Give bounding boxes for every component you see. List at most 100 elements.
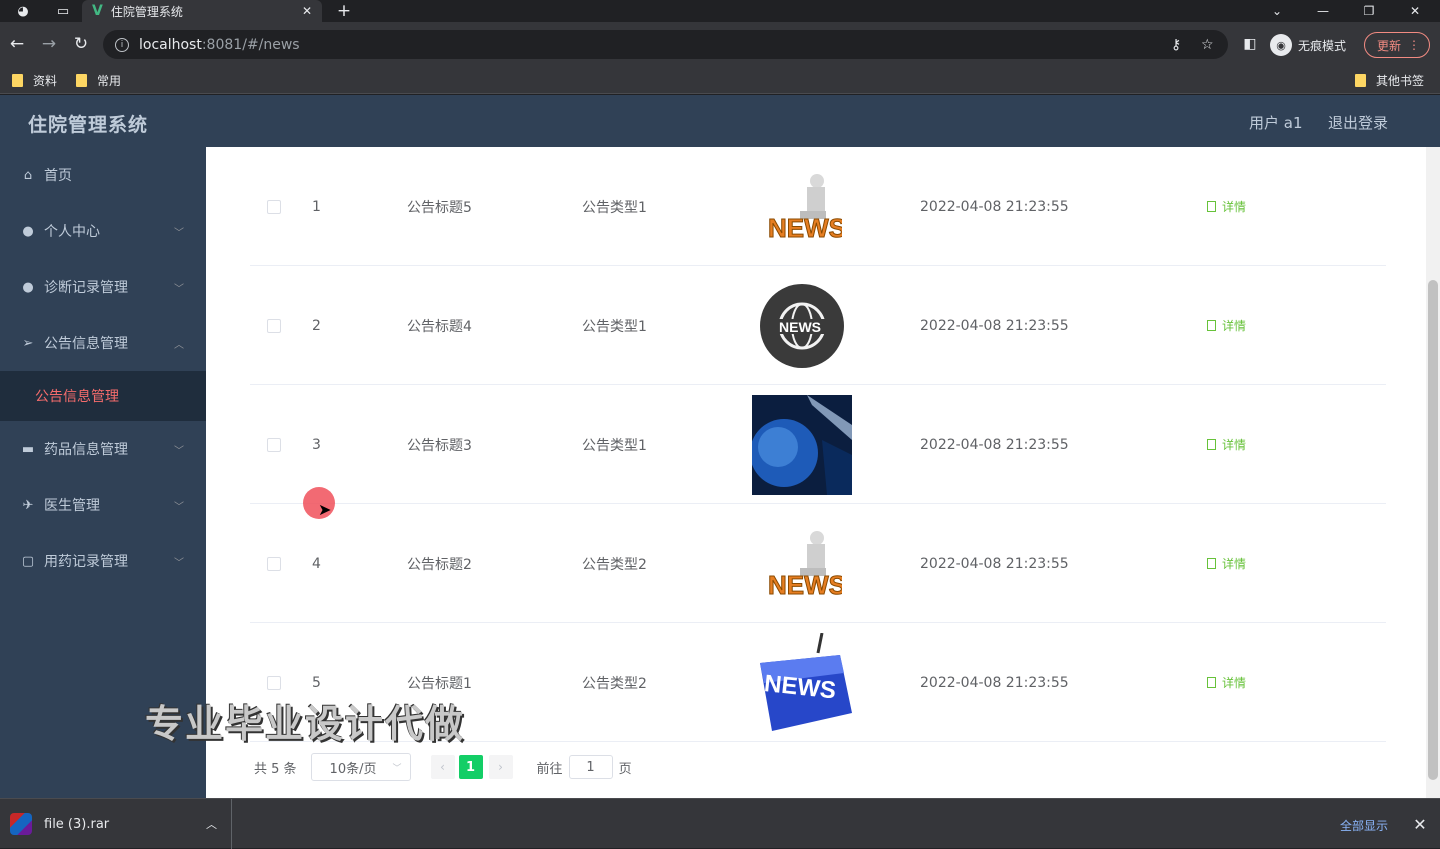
sidebar-subitem-label: 公告信息管理 [35,389,119,405]
detail-label: 详情 [1222,676,1247,690]
svg-text:NEWS: NEWS [779,319,821,335]
window-close-icon[interactable]: ✕ [1392,0,1438,22]
row-time: 2022-04-08 21:23:55 [920,555,1069,572]
show-all-downloads-button[interactable]: 全部显示 [1328,813,1400,837]
sidebar-item-home[interactable]: ⌂ 首页 [0,147,206,203]
incognito-indicator[interactable]: ◉ 无痕模式 [1270,34,1346,56]
sidebar-item-medication-record[interactable]: ▢ 用药记录管理 ﹀ [0,533,206,589]
row-index: 1 [312,198,321,215]
row-index: 2 [312,317,321,334]
sidebar-subitem-announcement-manage[interactable]: 公告信息管理 [0,371,206,421]
document-icon [1207,320,1216,331]
sidebar-item-doctor[interactable]: ✈ 医生管理 ﹀ [0,477,206,533]
sidebar-item-personal-center[interactable]: ● 个人中心 ﹀ [0,203,206,259]
bookmark-label: 资料 [33,73,58,88]
download-shelf: file (3).rar ︿ 全部显示 ✕ [0,798,1440,849]
detail-button[interactable]: 详情 [1207,674,1246,691]
detail-button[interactable]: 详情 [1207,555,1246,572]
new-tab-icon[interactable]: + [334,0,354,22]
next-page-icon[interactable]: › [488,755,513,779]
page-size-value: 10条/页 [329,761,377,777]
document-icon [1207,201,1216,212]
url-input[interactable]: i localhost:8081/#/news ⚷ ☆ [103,30,1228,59]
tab-search-icon[interactable]: ▭ [52,0,74,22]
row-checkbox[interactable] [267,318,281,333]
row-title: 公告标题3 [407,437,472,454]
table-row: 3 公告标题3 公告类型1 2022-04-08 21:23:55 详情 [250,385,1386,504]
goto-page-input[interactable]: 1 [568,755,613,779]
app-header: 住院管理系统 用户 a1 退出登录 [0,95,1440,147]
bookmark-star-icon[interactable]: ☆ [1201,30,1214,59]
row-type: 公告类型1 [582,318,647,335]
url-host: localhost [139,36,202,53]
reload-icon[interactable]: ↻ [69,32,93,56]
restore-icon[interactable]: ❐ [1346,0,1392,22]
sidebar-item-label: 药品信息管理 [44,442,128,458]
prev-page-icon[interactable]: ‹ [430,755,455,779]
browser-tab-active[interactable]: V 住院管理系统 ✕ [82,0,322,22]
document-icon [1207,439,1216,450]
forward-icon[interactable]: → [37,32,61,56]
back-icon[interactable]: ← [5,32,29,56]
row-checkbox[interactable] [267,199,281,214]
chevron-down-icon: ﹀ [174,501,184,513]
row-checkbox[interactable] [267,437,281,452]
vertical-scrollbar[interactable] [1426,147,1440,798]
chevron-down-icon: ﹀ [174,445,184,457]
tab-close-icon[interactable]: ✕ [302,4,312,18]
user-icon: ● [22,223,34,239]
home-icon: ⌂ [23,167,33,183]
logout-link[interactable]: 退出登录 [1328,112,1388,133]
download-item[interactable]: file (3).rar ︿ [0,799,232,849]
row-checkbox[interactable] [267,556,281,571]
row-image-cell [752,385,852,504]
detail-button[interactable]: 详情 [1207,198,1246,215]
row-checkbox-cell [267,266,281,385]
rar-archive-icon [10,813,32,835]
svg-text:NEWS: NEWS [768,213,842,243]
site-info-icon[interactable]: i [115,37,129,52]
sidebar-item-medicine[interactable]: ▬ 药品信息管理 ﹀ [0,421,206,477]
detail-button[interactable]: 详情 [1207,317,1246,334]
folder-icon [76,73,87,87]
sidebar-item-label: 用药记录管理 [44,554,128,570]
row-image-cell: NEWS [752,504,852,623]
current-user: 用户 a1 [1249,114,1303,132]
scrollbar-thumb[interactable] [1428,280,1438,780]
chevron-down-icon: ﹀ [174,283,184,295]
row-checkbox[interactable] [267,675,281,690]
other-bookmarks[interactable]: 其他书签 [1355,71,1424,89]
row-title: 公告标题2 [407,556,472,573]
password-key-icon[interactable]: ⚷ [1171,30,1181,59]
detail-label: 详情 [1222,200,1247,214]
close-shelf-icon[interactable]: ✕ [1410,813,1430,835]
mouse-cursor-icon: ➤ [318,500,332,519]
sidebar-item-label: 个人中心 [44,224,100,240]
chevron-up-icon[interactable]: ︿ [206,816,217,832]
page-number-current[interactable]: 1 [458,755,483,779]
bookmark-folder-ziliao[interactable]: 资料 [12,71,57,89]
bookmark-folder-changyong[interactable]: 常用 [76,71,121,89]
news-figure-image: NEWS [752,514,852,614]
browser-menu-icon[interactable]: ◕ [12,0,34,22]
minimize-icon[interactable]: — [1300,0,1346,22]
row-type: 公告类型2 [582,675,647,692]
sidebar-item-label: 诊断记录管理 [44,280,128,296]
detail-button[interactable]: 详情 [1207,436,1246,453]
page-size-select[interactable]: 10条/页 ﹀ [310,753,411,781]
row-actions: 详情 [1207,266,1246,385]
table-row: 4 公告标题2 公告类型2 NEWS 2022-04-08 21:23:55 详… [250,504,1386,623]
suitcase-icon: ▬ [21,441,35,457]
side-panel-icon[interactable]: ◧ [1238,32,1262,56]
chevron-up-icon: ︿ [174,339,184,351]
download-file-name: file (3).rar [44,816,110,832]
folder-icon [12,73,23,87]
sidebar-item-diagnosis[interactable]: ● 诊断记录管理 ﹀ [0,259,206,315]
tab-list-chevron-icon[interactable]: ⌄ [1254,0,1300,22]
sidebar-item-announcement[interactable]: ➢ 公告信息管理 ︿ [0,315,206,371]
row-actions: 详情 [1207,385,1246,504]
pagination-total: 共 5 条 [254,761,297,777]
update-button[interactable]: 更新 ⋮ [1364,32,1430,58]
incognito-icon: ◉ [1270,34,1292,56]
folder-icon [1355,73,1366,87]
